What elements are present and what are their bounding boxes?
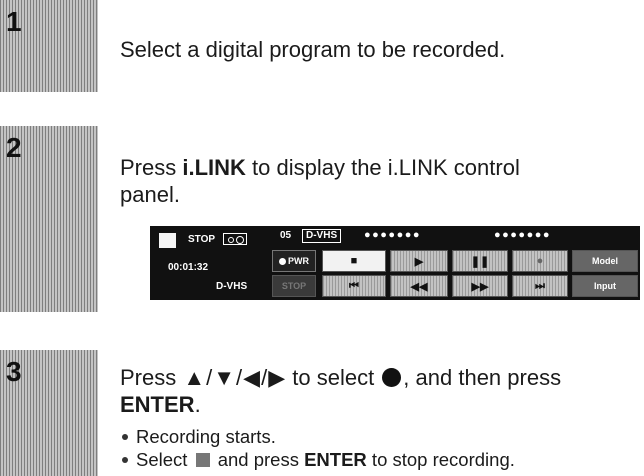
pause-button[interactable]: ❚❚ [452, 250, 508, 272]
step-3-period: . [194, 392, 201, 417]
record-icon: ● [536, 255, 544, 267]
fast-forward-icon: ▶▶ [471, 280, 489, 293]
skip-forward-button[interactable]: ⏭ [512, 275, 568, 297]
channel-bar: 05 D-VHS ●●●●●●● ●●●●●●● [272, 226, 640, 246]
time-counter: 00:01:32 [168, 262, 209, 273]
power-label: PWR [288, 256, 309, 266]
input-label: Input [594, 281, 616, 291]
status-display: STOP 00:01:32 D-VHS [150, 226, 268, 300]
step-1-label: Select a digital program to be recorded. [120, 37, 506, 62]
step-2-number: 2 [6, 132, 22, 163]
fast-forward-button[interactable]: ▶▶ [452, 275, 508, 297]
rewind-button[interactable]: ◀◀ [390, 275, 448, 297]
bullet-2-mid: and press [212, 449, 305, 470]
bullet-1-text: Recording starts. [136, 426, 276, 447]
format-label: D-VHS [216, 281, 248, 292]
model-label: Model [592, 256, 618, 266]
model-button[interactable]: Model [572, 250, 638, 272]
input-button[interactable]: Input [572, 275, 638, 297]
channel-number: 05 [280, 230, 292, 241]
dots-group-1: ●●●●●●● [364, 229, 422, 241]
pause-icon: ❚❚ [470, 255, 490, 268]
bullet-dot-icon [122, 457, 128, 463]
skip-back-button[interactable]: ⏮ [322, 275, 386, 297]
bullet-item-1: Recording starts. [120, 425, 640, 448]
step-3-badge: 3 [0, 350, 98, 476]
stop-square-icon [195, 453, 210, 467]
status-indicator-icon [159, 233, 176, 248]
record-circle-icon [382, 368, 402, 387]
power-button[interactable]: PWR [272, 250, 316, 272]
rewind-icon: ◀◀ [410, 280, 428, 293]
format-tag: D-VHS [302, 229, 342, 243]
stop-button[interactable]: ■ [322, 250, 386, 272]
right-arrow-icon: ▶ [268, 365, 286, 390]
bullet-2-enter-key: ENTER [304, 449, 367, 470]
step-3-number: 3 [6, 356, 22, 387]
step-3-mid: to select [286, 365, 381, 390]
step-3-text: Press ▲/▼/◀/▶ to select , and then press… [120, 365, 562, 417]
step-2-badge: 2 [0, 126, 98, 312]
power-dot-icon [279, 257, 286, 265]
dots-group-2: ●●●●●●● [494, 229, 552, 241]
cassette-icon [223, 233, 247, 245]
step-3-enter-key: ENTER [120, 392, 195, 417]
step-3-suffix: , and then press [403, 365, 562, 390]
bullet-2-suffix: to stop recording. [366, 449, 515, 470]
step-2-prefix: Press [120, 155, 183, 180]
skip-forward-icon: ⏭ [535, 279, 545, 292]
skip-back-icon: ⏮ [349, 279, 359, 292]
step-2-text: Press i.LINK to display the i.LINK contr… [120, 154, 640, 208]
record-button[interactable]: ● [512, 250, 568, 272]
stop-mode-label: STOP [281, 281, 307, 291]
bullet-dot-icon [122, 434, 128, 440]
bullet-item-2: Select and press ENTER to stop recording… [120, 448, 640, 471]
step-2-line2: panel. [120, 182, 180, 207]
step-1-badge: 1 [0, 0, 98, 92]
step-3-bullets: Recording starts. Select and press ENTER… [120, 425, 640, 471]
stop-icon: ■ [350, 255, 358, 267]
down-arrow-icon: ▼ [213, 365, 236, 390]
stop-mode-button[interactable]: STOP [272, 275, 316, 297]
step-1-number: 1 [6, 6, 22, 37]
step-2-ilink-key: i.LINK [182, 155, 246, 180]
ilink-control-panel: STOP 00:01:32 D-VHS 05 D-VHS ●●●●●●● ●●●… [150, 226, 640, 300]
bullet-2-prefix: Select [136, 449, 193, 470]
step-1-text: Select a digital program to be recorded. [120, 36, 505, 63]
step-3-prefix: Press [120, 365, 183, 390]
left-arrow-icon: ◀ [243, 365, 261, 390]
status-text: STOP [188, 234, 216, 245]
step-2-suffix: to display the i.LINK control [245, 155, 520, 180]
play-button[interactable]: ▶ [390, 250, 448, 272]
play-icon: ▶ [414, 255, 424, 268]
up-arrow-icon: ▲ [183, 365, 206, 390]
